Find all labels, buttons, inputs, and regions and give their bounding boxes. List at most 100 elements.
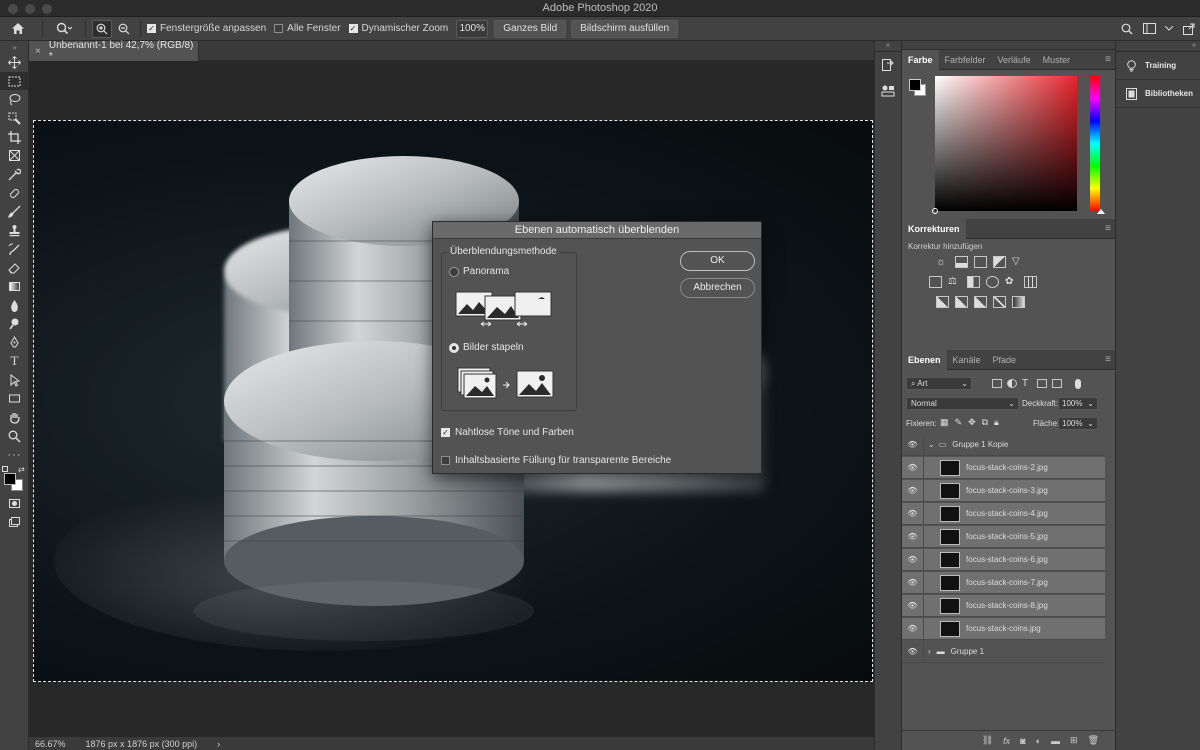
zoom-value-field[interactable]: 100% (456, 19, 489, 38)
lasso-tool-icon[interactable] (0, 90, 29, 109)
whole-image-button[interactable]: Ganzes Bild (494, 19, 567, 38)
fill-screen-button[interactable]: Bildschirm ausfüllen (571, 19, 679, 38)
filter-type-icon[interactable]: T (1022, 379, 1032, 389)
move-tool-icon[interactable] (0, 53, 29, 72)
black-white-icon[interactable] (967, 276, 980, 288)
visibility-eye-icon[interactable]: 👁︎ (902, 548, 924, 571)
filter-toggle-icon[interactable] (1075, 379, 1081, 389)
rectangle-tool-icon[interactable] (0, 389, 29, 408)
path-selection-tool-icon[interactable] (0, 371, 29, 390)
seamless-tones-checkbox[interactable]: ✓ Nahtlose Töne und Farben (441, 427, 574, 438)
crop-tool-icon[interactable] (0, 128, 29, 147)
visibility-eye-icon[interactable]: 👁︎ (902, 502, 924, 525)
filter-pixel-icon[interactable] (992, 379, 1002, 388)
visibility-eye-icon[interactable]: 👁︎ (902, 640, 924, 663)
training-button[interactable]: Training (1116, 52, 1200, 80)
layer-mask-icon[interactable]: ◙ (1020, 736, 1025, 746)
fit-window-checkbox[interactable]: ✓ Fenstergröße anpassen (147, 23, 266, 34)
quick-selection-tool-icon[interactable] (0, 109, 29, 128)
selective-color-icon[interactable] (993, 296, 1006, 308)
lock-pixels-icon[interactable]: ✎ (955, 417, 963, 428)
channel-mixer-icon[interactable]: ✿ (1005, 276, 1018, 288)
gradient-map-icon[interactable] (1012, 296, 1025, 308)
quick-mask-icon[interactable] (0, 494, 29, 513)
zoom-tool-icon[interactable] (0, 427, 29, 446)
zoom-out-icon[interactable] (114, 20, 134, 38)
maximize-window-button[interactable] (42, 4, 52, 14)
eyedropper-tool-icon[interactable] (0, 165, 29, 184)
history-brush-tool-icon[interactable] (0, 240, 29, 259)
zoom-in-icon[interactable] (92, 19, 112, 38)
color-cursor-icon[interactable] (932, 208, 938, 214)
brightness-icon[interactable]: ☼ (936, 256, 949, 268)
chevron-down-icon[interactable]: ⌄ (928, 440, 935, 449)
visibility-eye-icon[interactable]: 👁︎ (902, 525, 924, 548)
screen-mode-icon[interactable] (0, 513, 29, 532)
layer-row[interactable]: 👁︎ focus-stack-coins-8.jpg (902, 594, 1105, 617)
search-icon[interactable] (1116, 20, 1138, 38)
vibrance-icon[interactable]: ▽ (1012, 256, 1025, 268)
delete-layer-icon[interactable]: 🗑︎ (1088, 735, 1099, 746)
photo-filter-icon[interactable] (986, 276, 999, 288)
hue-slider[interactable] (1090, 76, 1105, 214)
filter-adjustment-icon[interactable] (1007, 379, 1017, 388)
new-group-icon[interactable]: ▬ (1051, 736, 1060, 746)
content-aware-fill-checkbox[interactable]: Inhaltsbasierte Füllung für transparente… (441, 455, 671, 466)
tab-patterns[interactable]: Muster (1037, 50, 1077, 70)
chevron-right-icon[interactable]: › (217, 739, 220, 749)
lock-transparency-icon[interactable]: ▦ (940, 417, 949, 428)
layer-row[interactable]: 👁︎ focus-stack-coins-7.jpg (902, 571, 1105, 594)
tab-layers[interactable]: Ebenen (902, 349, 947, 370)
frame-tool-icon[interactable] (0, 146, 29, 165)
layer-row[interactable]: 👁︎ focus-stack-coins-2.jpg (902, 456, 1105, 479)
lock-all-icon[interactable]: 🔒︎ (994, 417, 999, 428)
layer-row[interactable]: 👁︎ focus-stack-coins.jpg (902, 617, 1105, 640)
hand-tool-icon[interactable] (0, 408, 29, 427)
layer-row[interactable]: 👁︎ focus-stack-coins-4.jpg (902, 502, 1105, 525)
pen-tool-icon[interactable] (0, 333, 29, 352)
filter-shape-icon[interactable] (1037, 379, 1047, 388)
foreground-color-swatch[interactable] (909, 79, 921, 91)
curves-icon[interactable] (974, 256, 987, 268)
levels-icon[interactable] (955, 256, 968, 268)
tab-adjustments[interactable]: Korrekturen (902, 218, 966, 239)
libraries-button[interactable]: Bibliotheken (1116, 80, 1200, 108)
share-icon[interactable] (1178, 20, 1200, 38)
threshold-icon[interactable] (974, 296, 987, 308)
posterize-icon[interactable] (955, 296, 968, 308)
default-colors-icon[interactable] (2, 466, 8, 473)
dodge-tool-icon[interactable] (0, 315, 29, 334)
collapse-icon[interactable]: » (0, 41, 29, 53)
tab-paths[interactable]: Pfade (987, 350, 1023, 370)
collapse-icon[interactable]: « (1116, 41, 1200, 52)
panel-menu-icon[interactable]: ≡ (1105, 223, 1111, 234)
foreground-color-swatch[interactable] (4, 473, 16, 486)
adjustment-layer-icon[interactable]: ◐ (1036, 736, 1041, 746)
visibility-eye-icon[interactable]: 👁︎ (902, 617, 924, 640)
cancel-button[interactable]: Abbrechen (680, 278, 755, 298)
tab-swatches[interactable]: Farbfelder (939, 50, 992, 70)
zoom-tool-preset-icon[interactable] (49, 20, 79, 38)
clone-stamp-tool-icon[interactable] (0, 221, 29, 240)
layer-group-row[interactable]: 👁︎ › ▬ Gruppe 1 (902, 640, 1105, 663)
visibility-eye-icon[interactable]: 👁︎ (902, 594, 924, 617)
link-layers-icon[interactable]: ⛓︎ (982, 735, 993, 746)
color-field[interactable] (932, 76, 1077, 214)
collapse-icon[interactable]: « (875, 41, 901, 52)
chevron-right-icon[interactable]: › (928, 647, 931, 656)
invert-icon[interactable] (936, 296, 949, 308)
swap-colors-icon[interactable]: ⇄ (18, 465, 25, 474)
close-window-button[interactable] (8, 4, 18, 14)
more-tools-icon[interactable]: ··· (0, 445, 29, 464)
opacity-field[interactable]: 100% ⌄ (1058, 397, 1098, 410)
lock-position-icon[interactable]: ✥ (968, 417, 976, 428)
gradient-tool-icon[interactable] (0, 277, 29, 296)
visibility-eye-icon[interactable]: 👁︎ (902, 479, 924, 502)
panel-menu-icon[interactable]: ≡ (1105, 354, 1111, 365)
panel-menu-icon[interactable]: ≡ (1105, 54, 1111, 65)
tab-channels[interactable]: Kanäle (947, 350, 987, 370)
ok-button[interactable]: OK (680, 251, 755, 271)
panorama-radio[interactable]: Panorama (449, 266, 509, 277)
workspace-icon[interactable] (1138, 20, 1160, 38)
visibility-eye-icon[interactable]: 👁︎ (902, 456, 924, 479)
